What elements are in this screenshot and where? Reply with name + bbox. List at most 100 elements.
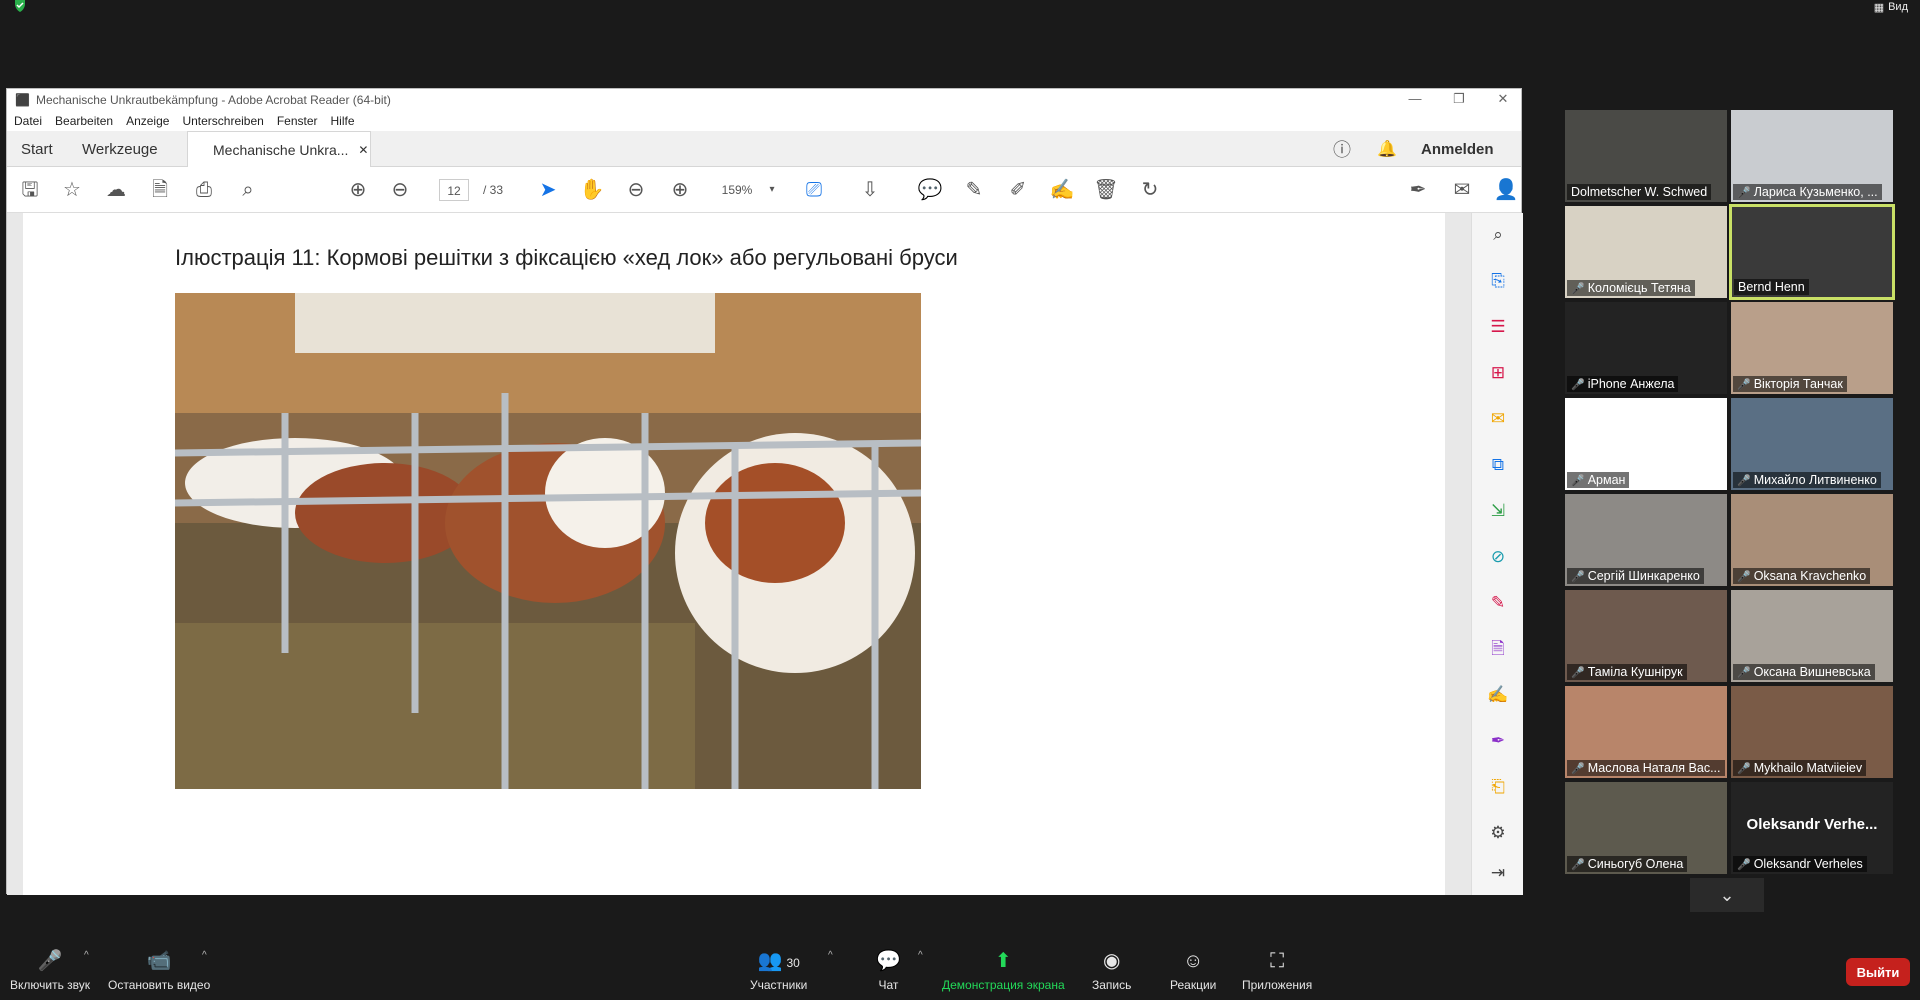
- video-options-caret-icon[interactable]: ^: [202, 950, 207, 961]
- menu-bearbeiten[interactable]: Bearbeiten: [55, 114, 113, 128]
- participant-tile[interactable]: 🎤 Сергій Шинкаренко: [1565, 494, 1727, 586]
- zoom-out-icon[interactable]: ⊖: [623, 177, 649, 203]
- record-label: Запись: [1092, 978, 1132, 992]
- participant-tile[interactable]: 🎤 Михайло Литвиненко: [1731, 398, 1893, 490]
- chat-button[interactable]: 💬 Чат: [876, 950, 901, 992]
- view-button[interactable]: ▦ Вид: [1874, 0, 1908, 14]
- participant-tile[interactable]: 🎤 Коломієць Тетяна: [1565, 206, 1727, 298]
- participant-tile[interactable]: Oleksandr Verhe... 🎤 Oleksandr Verheles: [1731, 782, 1893, 874]
- participant-tile[interactable]: 🎤 Оксана Вишневська: [1731, 590, 1893, 682]
- participant-name: 🎤 Коломієць Тетяна: [1567, 280, 1695, 296]
- minimize-icon[interactable]: —: [1405, 91, 1425, 106]
- record-icon: ◉: [1102, 950, 1121, 972]
- create-pdf-icon[interactable]: ⊞: [1486, 361, 1510, 385]
- protect-icon[interactable]: 🗎: [1486, 637, 1510, 661]
- menu-datei[interactable]: Datei: [14, 114, 42, 128]
- bell-icon[interactable]: 🔔: [1377, 131, 1397, 167]
- participants-button[interactable]: 👥 30 Участники: [750, 950, 807, 992]
- sign-pen-icon[interactable]: ✒: [1486, 729, 1510, 753]
- audio-options-caret-icon[interactable]: ^: [84, 950, 89, 961]
- previous-page-icon[interactable]: ⊕: [345, 177, 371, 203]
- more-tools-icon[interactable]: ⚙: [1486, 821, 1510, 845]
- select-cursor-icon[interactable]: ➤: [535, 177, 561, 203]
- highlight-pen-icon[interactable]: ✎: [961, 177, 987, 203]
- link-sign-icon[interactable]: ✒: [1405, 177, 1431, 203]
- save-icon[interactable]: 🖫: [17, 177, 43, 203]
- close-window-icon[interactable]: ✕: [1493, 91, 1513, 107]
- participant-tile[interactable]: Dolmetscher W. Schwed: [1565, 110, 1727, 202]
- hand-tool-icon[interactable]: ✋: [579, 177, 605, 203]
- export-pdf-icon[interactable]: ⎘: [1486, 269, 1510, 293]
- participant-tile[interactable]: 🎤 Таміла Кушнірук: [1565, 590, 1727, 682]
- participants-icon: 👥 30: [757, 950, 800, 972]
- fill-sign-icon[interactable]: ✍: [1049, 177, 1075, 203]
- stamp-icon[interactable]: ⎗: [1486, 775, 1510, 799]
- upload-cloud-icon[interactable]: ☁: [103, 177, 129, 203]
- mail-icon[interactable]: ✉: [1449, 177, 1475, 203]
- menu-unterschreiben[interactable]: Unterschreiben: [182, 114, 263, 128]
- zoom-dropdown-icon[interactable]: ▾: [759, 177, 785, 203]
- comment-tool-icon[interactable]: ✉: [1486, 407, 1510, 431]
- participant-tile[interactable]: 🎤 Синьогуб Олена: [1565, 782, 1727, 874]
- tools-right-rail: ⌕ ⎘ ☰ ⊞ ✉ ⧉ ⇲ ⊘ ✎ 🗎 ✍ ✒ ⎗ ⚙ ⇥: [1471, 213, 1523, 895]
- fill-sign-tool-icon[interactable]: ✎: [1486, 591, 1510, 615]
- draw-pen-icon[interactable]: ✐: [1005, 177, 1031, 203]
- page-fit-icon[interactable]: ⎚: [801, 177, 827, 203]
- participant-tile[interactable]: 🎤 iPhone Анжела: [1565, 302, 1727, 394]
- print-icon[interactable]: ⎙: [191, 177, 217, 203]
- scroll-mode-icon[interactable]: ⇩: [857, 177, 883, 203]
- scroll-down-chevron-icon[interactable]: ⌄: [1690, 878, 1764, 912]
- record-button[interactable]: ◉ Запись: [1092, 950, 1131, 992]
- tab-start[interactable]: Start: [21, 131, 53, 167]
- close-tab-icon[interactable]: ✕: [358, 143, 368, 157]
- mic-muted-icon: 🎤: [37, 950, 63, 972]
- participant-name: 🎤 Oksana Kravchenko: [1733, 568, 1871, 584]
- apps-button[interactable]: ⛶ Приложения: [1242, 950, 1312, 992]
- participant-tile[interactable]: 🎤 Oksana Kravchenko: [1731, 494, 1893, 586]
- menu-hilfe[interactable]: Hilfe: [331, 114, 355, 128]
- menu-fenster[interactable]: Fenster: [277, 114, 318, 128]
- share-screen-button[interactable]: ⬆ Демонстрация экрана: [942, 950, 1065, 992]
- next-page-icon[interactable]: ⊖: [387, 177, 413, 203]
- compress-icon[interactable]: ⇲: [1486, 499, 1510, 523]
- search-icon[interactable]: ⌕: [1486, 223, 1510, 247]
- rotate-icon[interactable]: ↻: [1137, 177, 1163, 203]
- comment-icon[interactable]: 💬: [917, 177, 943, 203]
- stop-video-button[interactable]: 📹 Остановить видео: [108, 950, 210, 992]
- share-file-icon[interactable]: 🗎: [147, 177, 173, 203]
- search-zoom-icon[interactable]: ⌕: [235, 177, 261, 203]
- organize-pages-icon[interactable]: ☰: [1486, 315, 1510, 339]
- delete-icon[interactable]: 🗑: [1093, 177, 1119, 203]
- tab-tools[interactable]: Werkzeuge: [82, 131, 158, 167]
- participants-caret-icon[interactable]: ^: [828, 950, 833, 961]
- leave-button[interactable]: Выйти: [1846, 958, 1910, 986]
- participant-tile-active-speaker[interactable]: Bernd Henn: [1729, 204, 1895, 300]
- add-user-icon[interactable]: 👤: [1493, 177, 1519, 203]
- mic-off-icon: 🎤: [1737, 762, 1751, 775]
- share-screen-icon: ⬆: [994, 950, 1012, 972]
- maximize-icon[interactable]: ❐: [1449, 91, 1469, 107]
- unmute-button[interactable]: 🎤 Включить звук: [10, 950, 90, 992]
- sign-in-link[interactable]: Anmelden: [1421, 131, 1494, 167]
- participant-tile[interactable]: 🎤 Вікторія Танчак: [1731, 302, 1893, 394]
- mic-off-icon: 🎤: [1571, 282, 1585, 295]
- menu-anzeige[interactable]: Anzeige: [126, 114, 169, 128]
- reactions-button[interactable]: ☺ Реакции: [1170, 950, 1216, 992]
- participant-tile[interactable]: 🎤 Маслова Наталя Вас...: [1565, 686, 1727, 778]
- participant-tile[interactable]: 🎤 Лариса Кузьменко, ...: [1731, 110, 1893, 202]
- collapse-rail-icon[interactable]: ⇥: [1486, 861, 1510, 885]
- tab-document[interactable]: Mechanische Unkra... ✕: [187, 131, 371, 167]
- page-number-input[interactable]: 12: [439, 179, 469, 201]
- participant-tile[interactable]: 🎤 Арман: [1565, 398, 1727, 490]
- bookmark-star-icon[interactable]: ☆: [59, 177, 85, 203]
- request-signature-icon[interactable]: ✍: [1486, 683, 1510, 707]
- participant-name: 🎤 Oleksandr Verheles: [1733, 856, 1867, 872]
- help-icon[interactable]: ⓘ: [1333, 131, 1351, 167]
- combine-files-icon[interactable]: ⧉: [1486, 453, 1510, 477]
- zoom-select[interactable]: 159%: [715, 177, 759, 203]
- redact-icon[interactable]: ⊘: [1486, 545, 1510, 569]
- document-area: Ілюстрація 11: Кормові решітки з фіксаці…: [7, 213, 1471, 895]
- zoom-in-icon[interactable]: ⊕: [667, 177, 693, 203]
- participant-tile[interactable]: 🎤 Mykhailo Matviieiev: [1731, 686, 1893, 778]
- chat-caret-icon[interactable]: ^: [918, 950, 923, 961]
